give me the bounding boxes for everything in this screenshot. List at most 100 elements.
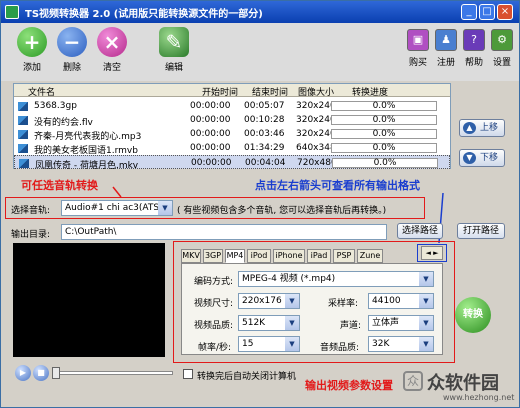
file-name: 凤凰传奇 - 荷塘月色.mkv — [35, 161, 139, 171]
stop-button[interactable]: ■ — [33, 365, 49, 381]
end-time: 00:03:46 — [244, 129, 285, 139]
channel-label: 声道: — [340, 321, 362, 331]
choose-path-button[interactable]: 选择路径 — [397, 223, 443, 239]
video-quality-select[interactable]: 512K ▼ — [238, 315, 300, 331]
codec-select[interactable]: MPEG-4 视频 (*.mp4) ▼ — [238, 271, 434, 287]
audio-quality-value: 32K — [372, 339, 390, 349]
chevron-down-icon: ▼ — [419, 272, 433, 286]
shutdown-checkbox[interactable] — [183, 369, 193, 379]
clear-label: 清空 — [102, 63, 121, 73]
tab-mp4[interactable]: MP4 — [225, 249, 245, 263]
close-button[interactable]: × — [497, 4, 513, 20]
fps-label: 帧率/秒: — [198, 343, 232, 353]
edit-button[interactable]: ✎ 编辑 — [157, 27, 191, 73]
add-button[interactable]: + 添加 — [15, 27, 49, 73]
image-size: 320x240 — [296, 101, 336, 111]
shutdown-label: 转换完后自动关闭计算机 — [197, 372, 297, 382]
video-file-icon — [19, 159, 29, 168]
format-tabs: MKV 3GP MP4 iPod iPhone iPad PSP Zune — [181, 249, 421, 263]
delete-button[interactable]: − 删除 — [55, 27, 89, 73]
help-button[interactable]: ? 帮助 — [461, 29, 487, 68]
chevron-down-icon: ▼ — [285, 294, 299, 308]
tab-iphone[interactable]: iPhone — [273, 249, 305, 263]
col-filename[interactable]: 文件名 — [28, 85, 55, 98]
video-file-icon — [18, 116, 28, 125]
maximize-button[interactable]: □ — [479, 4, 495, 20]
chevron-down-icon: ▼ — [285, 337, 299, 351]
play-button[interactable]: ▶ — [15, 365, 31, 381]
tab-mkv[interactable]: MKV — [181, 249, 201, 263]
codec-value: MPEG-4 视频 (*.mp4) — [242, 274, 336, 284]
col-end-time[interactable]: 结束时间 — [252, 85, 288, 98]
col-progress[interactable]: 转换进度 — [352, 85, 388, 98]
tab-ipod[interactable]: iPod — [247, 249, 271, 263]
image-size: 640x348 — [296, 143, 336, 153]
convert-label: 转换 — [455, 297, 491, 333]
table-row[interactable]: 我的美女老板国语1.rmvb 00:00:00 01:34:29 640x348… — [14, 141, 450, 156]
sample-rate-label: 采样率: — [328, 299, 359, 309]
delete-icon: − — [57, 27, 87, 57]
file-name: 5368.3gp — [34, 101, 77, 111]
chevron-down-icon: ▼ — [419, 294, 433, 308]
tab-psp[interactable]: PSP — [333, 249, 355, 263]
tab-3gp[interactable]: 3GP — [203, 249, 223, 263]
video-size-label: 视频尺寸: — [194, 299, 234, 309]
move-up-label: 上移 — [480, 123, 499, 133]
convert-button[interactable]: 转换 — [453, 295, 493, 345]
tab-scroll-arrows[interactable]: ◄ ► — [421, 246, 443, 260]
progress-bar: 0.0% — [331, 143, 437, 153]
video-quality-label: 视频品质: — [194, 321, 234, 331]
move-up-button[interactable]: ▲ 上移 — [459, 119, 505, 137]
seek-slider[interactable] — [52, 367, 173, 379]
channel-value: 立体声 — [372, 318, 400, 328]
chevron-down-icon: ▼ — [419, 337, 433, 351]
start-time: 00:00:00 — [190, 115, 231, 125]
audio-track-select[interactable]: Audio#1 chi ac3(ATSC ▼ — [61, 200, 173, 216]
watermark-text: 众软件园 — [427, 373, 499, 394]
minimize-button[interactable]: _ — [461, 4, 477, 20]
app-icon — [5, 5, 19, 19]
col-start-time[interactable]: 开始时间 — [202, 85, 238, 98]
col-image-size[interactable]: 图像大小 — [298, 85, 334, 98]
tab-zune[interactable]: Zune — [357, 249, 383, 263]
fps-select[interactable]: 15 ▼ — [238, 336, 300, 352]
chevron-down-icon: ▼ — [419, 316, 433, 330]
settings-icon: ⚙ — [491, 29, 513, 51]
audio-quality-select[interactable]: 32K ▼ — [368, 336, 434, 352]
progress-bar: 0.0% — [331, 129, 437, 139]
video-size-select[interactable]: 220x176 ▼ — [238, 293, 300, 309]
sample-rate-select[interactable]: 44100 ▼ — [368, 293, 434, 309]
progress-bar: 0.0% — [332, 158, 438, 168]
register-label: 注册 — [436, 58, 455, 68]
table-row[interactable]: 没有的约会.flv 00:00:00 00:10:28 320x240 0.0% — [14, 113, 450, 128]
table-row[interactable]: 5368.3gp 00:00:00 00:05:07 320x240 0.0% — [14, 99, 450, 113]
start-time: 00:00:00 — [190, 129, 231, 139]
channel-select[interactable]: 立体声 ▼ — [368, 315, 434, 331]
cart-icon: ▣ — [407, 29, 429, 51]
open-path-button[interactable]: 打开路径 — [457, 223, 505, 239]
annotation-audio-track: 可任选音轨转换 — [21, 179, 98, 192]
settings-button[interactable]: ⚙ 设置 — [489, 29, 515, 68]
table-row-selected[interactable]: 凤凰传奇 - 荷塘月色.mkv 00:00:00 00:04:04 720x48… — [14, 155, 450, 171]
table-row[interactable]: 齐秦-月亮代表我的心.mp3 00:00:00 00:03:46 320x240… — [14, 127, 450, 142]
sample-rate-value: 44100 — [372, 296, 401, 306]
seek-slider-knob[interactable] — [52, 367, 60, 379]
end-time: 00:04:04 — [245, 158, 286, 168]
settings-label: 设置 — [492, 58, 511, 68]
start-time: 00:00:00 — [191, 158, 232, 168]
register-button[interactable]: ♟ 注册 — [433, 29, 459, 68]
add-icon: + — [17, 27, 47, 57]
chevron-down-icon: ▼ — [158, 201, 172, 215]
edit-label: 编辑 — [164, 63, 183, 73]
end-time: 00:05:07 — [244, 101, 285, 111]
move-down-button[interactable]: ▼ 下移 — [459, 149, 505, 167]
output-dir-field[interactable]: C:\OutPath\ — [61, 224, 387, 240]
buy-button[interactable]: ▣ 购买 — [405, 29, 431, 68]
video-file-icon — [18, 144, 28, 153]
start-time: 00:00:00 — [190, 101, 231, 111]
delete-label: 删除 — [62, 63, 81, 73]
file-list[interactable]: 文件名 开始时间 结束时间 图像大小 转换进度 5368.3gp 00:00:0… — [13, 83, 451, 171]
tab-ipad[interactable]: iPad — [307, 249, 331, 263]
clear-button[interactable]: × 清空 — [95, 27, 129, 73]
clear-icon: × — [97, 27, 127, 57]
